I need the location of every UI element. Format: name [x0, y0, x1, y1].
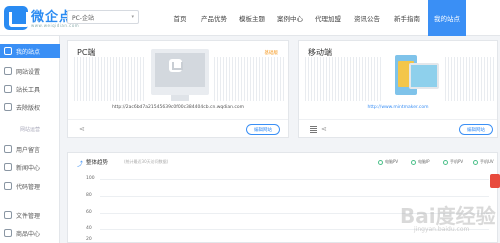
sidebar-item-label: 新闻中心 [16, 164, 41, 172]
legend-dot-icon [443, 159, 448, 165]
sidebar-item-label: 代码管理 [16, 183, 41, 191]
legend-dot-icon [473, 159, 478, 165]
sidebar: 我的站点 网站设置 站长工具 去除版权 网站运营 用户留言 新闻中心 代码管理 … [0, 36, 60, 243]
legend-dot-icon [378, 159, 383, 165]
mobile-site-url[interactable]: http://www.mintmaker.com [299, 105, 497, 110]
y-tick-label: 40 [86, 226, 92, 231]
brand-logo-icon [169, 59, 183, 72]
legend-pc-ip[interactable]: 电脑IP [411, 159, 430, 165]
nav-news[interactable]: 资讯公告 [348, 0, 386, 36]
grid-line [100, 179, 489, 180]
sidebar-item-my-site[interactable]: 我的站点 [0, 44, 60, 58]
tablet-preview-thumbnail [409, 63, 439, 89]
card-divider [68, 119, 288, 120]
sidebar-item-product-center[interactable]: 商品中心 [0, 226, 60, 240]
sidebar-item-label: 文件管理 [16, 212, 41, 220]
monitor-icon [4, 47, 12, 55]
nav-my-site[interactable]: 我的站点 [428, 0, 466, 36]
decorative-wave-right [445, 57, 495, 101]
legend-label: 电脑PV [385, 159, 399, 164]
watermark-sub: jingyan.baidu.com [414, 226, 470, 233]
chart-icon: ⤴ [77, 161, 84, 168]
decorative-wave-right [214, 57, 284, 101]
site-select[interactable]: PC-企站 ▾ [67, 10, 139, 24]
file-icon [4, 211, 12, 219]
legend-pc-pv[interactable]: 电脑PV [378, 159, 398, 165]
sidebar-item-label: 用户留言 [16, 146, 41, 154]
nav-agency[interactable]: 代理加盟 [310, 0, 346, 36]
site-select-value: PC-企站 [72, 15, 94, 22]
edit-mobile-site-button[interactable]: 编辑网站 [459, 124, 493, 135]
sidebar-item-code-management[interactable]: 代码管理 [0, 179, 60, 193]
watermark: Bai度经验 [400, 204, 496, 228]
y-tick-label: 20 [86, 237, 92, 242]
legend-label: 手机UV [480, 159, 494, 164]
sidebar-item-label: 网站设置 [16, 68, 41, 76]
legend-label: 手机PV [450, 159, 464, 164]
nav-cases[interactable]: 案例中心 [272, 0, 308, 36]
brand-logo-icon[interactable] [4, 6, 29, 30]
nav-guide[interactable]: 新手指南 [388, 0, 426, 36]
sidebar-item-remove-copyright[interactable]: 去除版权 [0, 100, 60, 114]
nav-home[interactable]: 首页 [165, 0, 195, 36]
legend-dot-icon [411, 159, 416, 165]
copyright-icon [4, 103, 12, 111]
top-bar: 微企点 www.weiqidian.com PC-企站 ▾ 首页 产品优势 模板… [0, 0, 500, 36]
trend-title: 整体趋势 [86, 160, 109, 166]
nav-templates[interactable]: 模板主题 [234, 0, 270, 36]
sidebar-item-news-center[interactable]: 新闻中心 [0, 160, 60, 174]
trend-subtitle: (统计最近30天访问数据) [124, 159, 169, 164]
decorative-wave-left [305, 57, 381, 101]
y-tick-label: 100 [86, 176, 95, 181]
shopping-bag-icon [4, 229, 12, 237]
settings-icon [4, 67, 12, 75]
sidebar-item-label: 我的站点 [16, 48, 41, 56]
monitor-stand [171, 95, 189, 101]
sidebar-item-site-settings[interactable]: 网站设置 [0, 64, 60, 78]
share-icon[interactable]: ⋖ [321, 125, 327, 133]
sidebar-item-file-management[interactable]: 文件管理 [0, 208, 60, 222]
grid-line [100, 196, 489, 197]
qr-code-icon[interactable] [310, 126, 317, 133]
chevron-down-icon: ▾ [131, 14, 134, 20]
share-icon[interactable]: ⋖ [79, 125, 85, 133]
user-message-icon [4, 145, 12, 153]
pc-site-url[interactable]: http://2ac6bd7a21545639c0f00c384404cb.cn… [68, 105, 288, 110]
decorative-wave-left [74, 57, 146, 101]
pc-preview-thumbnail[interactable] [151, 49, 209, 101]
sidebar-item-label: 商品中心 [16, 230, 41, 238]
pc-site-card: PC端 基础版 http://2ac6bd7a21545639c0f00c384… [67, 40, 289, 138]
sidebar-item-messages[interactable]: 用户留言 [0, 142, 60, 156]
y-tick-label: 80 [86, 193, 92, 198]
y-tick-label: 60 [86, 210, 92, 215]
gift-icon[interactable] [490, 174, 500, 188]
sidebar-item-label: 站长工具 [16, 86, 41, 94]
legend-mobile-pv[interactable]: 手机PV [443, 159, 463, 165]
sidebar-group-label: 网站运营 [19, 127, 40, 133]
news-icon [4, 163, 12, 171]
plan-badge: 基础版 [264, 51, 279, 56]
legend-label: 电脑IP [418, 159, 430, 164]
legend-mobile-uv[interactable]: 手机UV [473, 159, 494, 165]
card-divider [299, 119, 497, 120]
code-icon [4, 182, 12, 190]
mobile-site-card: 移动端 http://www.mintmaker.com ⋖ 编辑网站 [298, 40, 498, 138]
sidebar-item-webmaster-tools[interactable]: 站长工具 [0, 82, 60, 96]
tools-icon [4, 85, 12, 93]
edit-pc-site-button[interactable]: 编辑网站 [246, 124, 280, 135]
sidebar-item-label: 去除版权 [16, 104, 41, 112]
nav-product-advantages[interactable]: 产品优势 [196, 0, 232, 36]
